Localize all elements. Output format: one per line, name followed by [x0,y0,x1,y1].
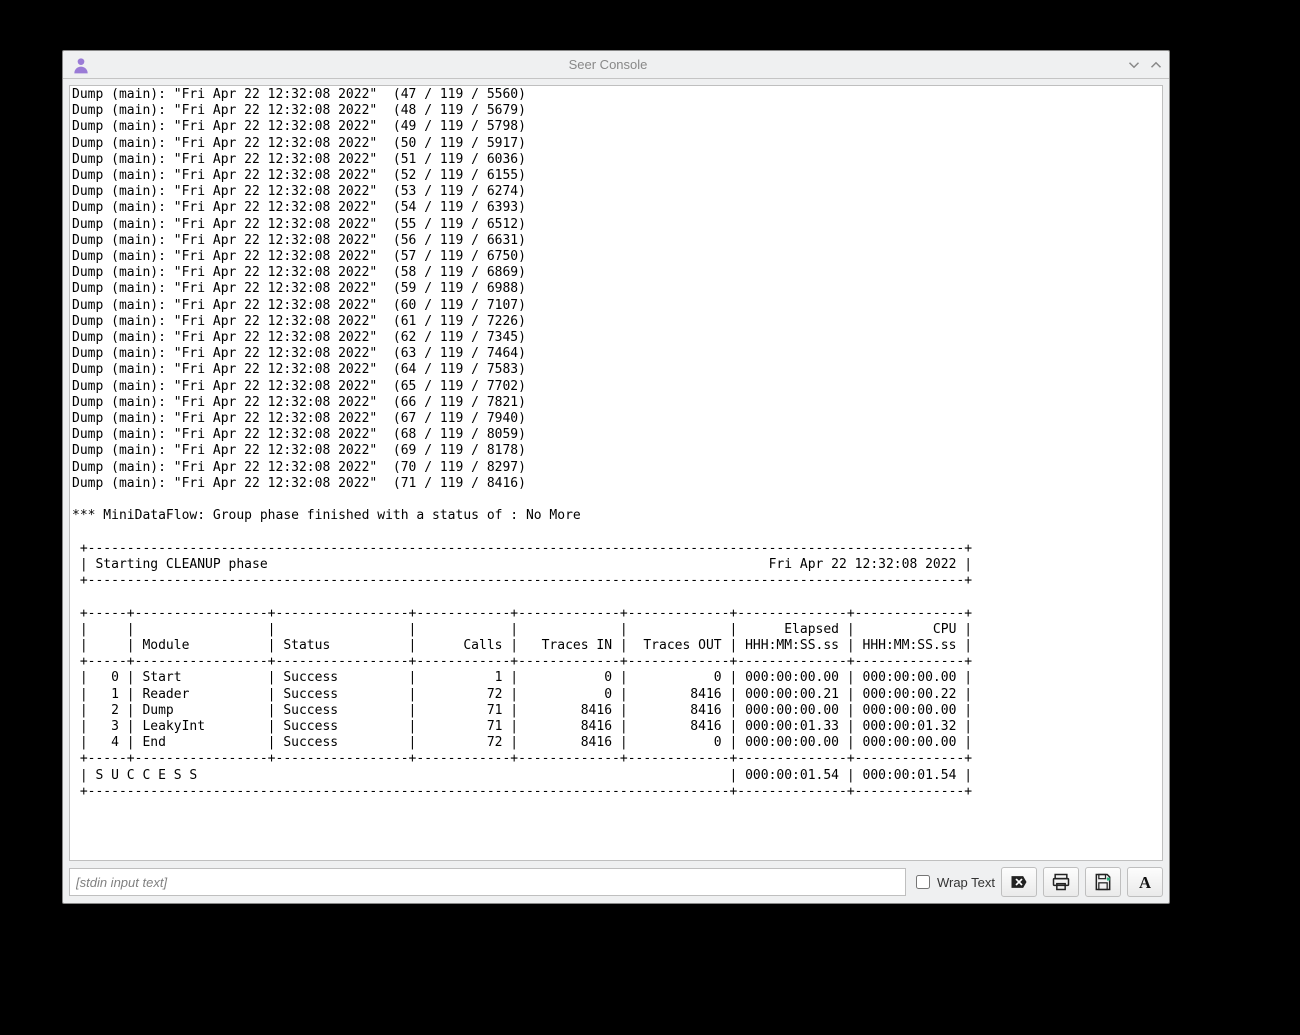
content-area: Dump (main): "Fri Apr 22 12:32:08 2022" … [63,79,1169,903]
wrap-text-toggle[interactable]: Wrap Text [912,872,995,892]
console-output-container: Dump (main): "Fri Apr 22 12:32:08 2022" … [69,85,1163,861]
titlebar: Seer Console [63,51,1169,79]
stdin-input[interactable] [69,868,906,896]
seer-app-icon [71,55,91,75]
save-button[interactable] [1085,867,1121,897]
collapse-button[interactable] [1125,56,1143,74]
window-title: Seer Console [95,57,1121,72]
expand-button[interactable] [1147,56,1165,74]
print-button[interactable] [1043,867,1079,897]
clear-button[interactable] [1001,867,1037,897]
wrap-text-checkbox[interactable] [916,875,930,889]
bottom-toolbar: Wrap Text A [69,861,1163,897]
wrap-text-label: Wrap Text [937,875,995,890]
svg-text:A: A [1139,873,1151,892]
font-button[interactable]: A [1127,867,1163,897]
console-output[interactable]: Dump (main): "Fri Apr 22 12:32:08 2022" … [70,86,1162,860]
seer-console-window: Seer Console Dump (main): "Fri Apr 22 12… [62,50,1170,904]
